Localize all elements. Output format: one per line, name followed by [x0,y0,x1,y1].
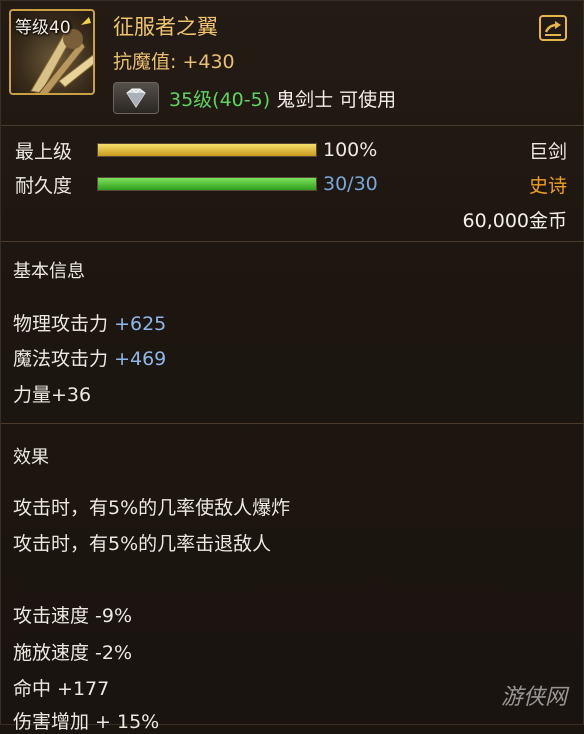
item-icon-frame[interactable]: 等级40 [9,9,95,95]
item-tooltip-panel: 等级40 征服者之翼 抗魔值: +430 35级(40-5) 鬼剑士 可使用 最… [0,0,584,733]
item-name: 征服者之翼 [113,15,218,39]
share-button[interactable] [539,15,567,41]
physical-attack-label: 物理攻击力 [13,313,109,335]
modifier-line: 命中 +177 [13,678,110,700]
required-level: 35级(40-5) [169,88,271,111]
strength-stat: 力量+36 [13,384,92,406]
rarity-label: 史诗 [528,175,567,197]
share-export-icon [544,21,561,36]
modifier-line: 攻击速度 -9% [13,605,133,627]
grade-value: 100% [323,139,378,161]
modifier-line: 施放速度 -2% [13,642,133,664]
effect-line: 攻击时，有5%的几率使敌人爆炸 [13,497,291,519]
physical-attack-value: +625 [114,313,167,335]
magic-attack-label: 魔法攻击力 [13,348,109,370]
physical-attack-row: 物理攻击力 +625 [13,309,166,336]
divider [1,241,584,242]
modifier-line: 伤害增加 + 15% [13,711,160,733]
requirement-row: 35级(40-5) 鬼剑士 可使用 [113,82,397,114]
magic-attack-value: +469 [114,348,167,370]
magic-attack-row: 魔法攻击力 +469 [13,344,166,371]
grade-label: 最上级 [15,141,73,163]
grade-bar-fill [98,144,316,156]
watermark: 游侠网 [501,685,568,710]
divider [1,125,584,126]
durability-label: 耐久度 [15,175,73,197]
required-class: 鬼剑士 可使用 [276,88,397,111]
item-level-badge: 等级40 [15,18,71,38]
magic-resist-value: 抗魔值: +430 [113,51,235,73]
divider [1,423,584,424]
durability-value: 30/30 [323,173,378,195]
effects-heading: 效果 [13,447,49,468]
durability-bar [97,177,317,191]
grade-bar [97,143,317,157]
durability-bar-fill [98,178,316,190]
diamond-icon [113,82,159,114]
effect-line: 攻击时，有5%的几率击退敌人 [13,533,272,555]
price-value: 60,000金币 [462,210,567,232]
weapon-type: 巨剑 [528,141,567,163]
basic-info-heading: 基本信息 [13,261,85,282]
